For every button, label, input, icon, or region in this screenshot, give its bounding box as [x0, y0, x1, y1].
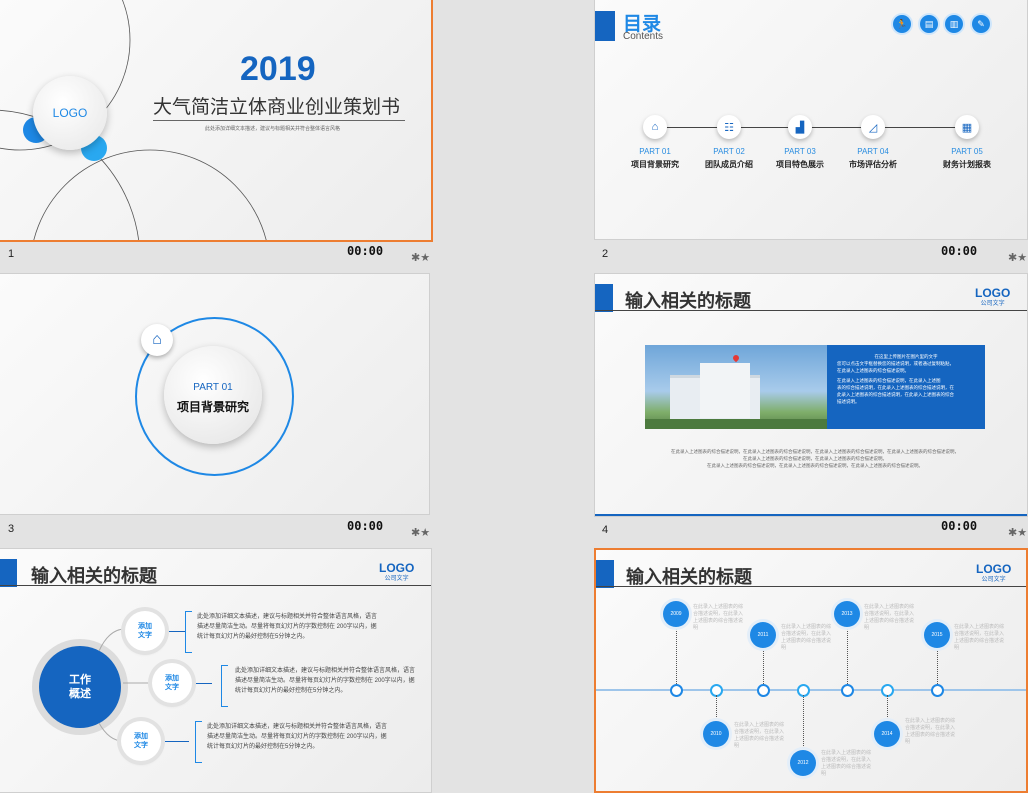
year-node-2013[interactable]: 2013 — [834, 601, 860, 627]
add-text-bubble-2[interactable]: 添加 文字 — [152, 663, 192, 703]
home-icon: ⌂ — [141, 324, 173, 356]
header-bar — [595, 284, 613, 312]
slide-number-2: 2 — [602, 248, 609, 260]
animation-star-icon[interactable]: ✱★ — [411, 526, 430, 539]
coins-icon: ▦ — [955, 115, 979, 139]
timeline-dot — [841, 684, 854, 697]
slide-thumbnail-6[interactable]: 输入相关的标题 LOGO 公司文字 2009 2010 2011 2012 201… — [594, 548, 1028, 793]
inner-disc — [164, 346, 262, 444]
timeline-text: 在此录入上述图表的综合描述说明，在此录入上述图表的综合描述说明 — [781, 624, 832, 651]
timeline-text: 在此录入上述图表的综合描述说明，在此录入上述图表的综合描述说明 — [864, 604, 915, 631]
add-text-bubble-3[interactable]: 添加 文字 — [121, 721, 161, 761]
team-icon: ☷ — [717, 115, 741, 139]
timeline-connector — [763, 648, 764, 684]
bracket-1 — [185, 611, 192, 653]
logo-circle: LOGO — [33, 76, 107, 150]
contents-subtitle: Contents — [623, 31, 664, 42]
timeline-connector — [887, 695, 888, 721]
timeline-text: 在此录入上述图表的综合描述说明，在此录入上述图表的综合描述说明 — [693, 604, 744, 631]
animation-star-icon[interactable]: ✱★ — [1008, 251, 1027, 264]
slide-thumbnail-3[interactable]: ⌂ PART 01 项目背景研究 — [0, 273, 430, 515]
timeline-dot — [757, 684, 770, 697]
bubble-link-3 — [165, 741, 189, 742]
slide-thumbnail-4[interactable]: 输入相关的标题 LOGO 公司文字 在这里上传图片在图片里的文字 您可以点击文字框… — [594, 273, 1028, 517]
slide-number-1: 1 — [8, 248, 15, 260]
subtitle: 此处添加详细文本描述，建议与标题相关并符合整体语言风格 — [205, 126, 341, 132]
timeline-dot — [931, 684, 944, 697]
slide-number-4: 4 — [602, 524, 609, 536]
slide-thumbnail-5[interactable]: 输入相关的标题 LOGO 公司文字 工作 概述 添加 文字 添加 文字 添加 文字… — [0, 548, 432, 793]
company-logo: LOGO 公司文字 — [976, 562, 1012, 583]
timeline-connector — [676, 626, 677, 684]
home-icon: ⌂ — [643, 115, 667, 139]
slide-thumbnail-2[interactable]: 目录 Contents 🏃 ▤ ▥ ✎ ⌂ ☷ ▟ ◿ ▦ PART 01 项目背… — [594, 0, 1028, 240]
part-name: 项目背景研究 — [176, 400, 249, 414]
timeline-text: 在此录入上述图表的综合描述说明，在此录入上述图表的综合描述说明 — [821, 750, 872, 777]
slide-number-3: 3 — [8, 523, 15, 535]
bottom-rule — [595, 514, 1027, 516]
slide-thumbnail-1[interactable]: LOGO 2019 大气简洁立体商业创业策划书 此处添加详细文本描述，建议与标题… — [0, 0, 433, 242]
year-node-2012[interactable]: 2012 — [790, 750, 816, 776]
runner-icon: 🏃 — [893, 15, 911, 33]
part-item-4[interactable]: PART 04 市场评估分析 — [838, 147, 908, 170]
year-node-2009[interactable]: 2009 — [663, 601, 689, 627]
year-node-2011[interactable]: 2011 — [750, 622, 776, 648]
year-node-2014[interactable]: 2014 — [874, 721, 900, 747]
chart-icon: ◿ — [861, 115, 885, 139]
year-node-2015[interactable]: 2015 — [924, 622, 950, 648]
slide-timing-3: 00:00 — [347, 519, 384, 533]
part-item-1[interactable]: PART 01 项目背景研究 — [620, 147, 690, 170]
timeline-connector — [847, 626, 848, 684]
timeline-connector — [937, 648, 938, 684]
part-item-5[interactable]: PART 05 财务计划报表 — [932, 147, 1002, 170]
header-bar — [595, 11, 615, 41]
bracket-2 — [221, 665, 228, 707]
timeline-connector — [803, 695, 804, 750]
slide-timing-4: 00:00 — [941, 519, 978, 533]
bubble-link-2 — [196, 683, 212, 684]
timeline-text: 在此录入上述图表的综合描述说明，在此录入上述图表的综合描述说明 — [905, 718, 956, 745]
part-item-3[interactable]: PART 03 项目特色展示 — [765, 147, 835, 170]
main-title: 大气简洁立体商业创业策划书 — [153, 97, 401, 118]
animation-star-icon[interactable]: ✱★ — [411, 251, 430, 264]
timeline-text: 在此录入上述图表的综合描述说明，在此录入上述图表的综合描述说明 — [734, 722, 785, 749]
logo-text: LOGO — [52, 106, 88, 120]
podium-icon: ▟ — [788, 115, 812, 139]
bracket-3 — [195, 721, 202, 763]
bar-chart-icon: ▥ — [945, 15, 963, 33]
item-text-3: 此处添加详细文本描述，建议与标题相关并符合整体语言风格，语言描述尽量简洁生动。尽… — [207, 724, 388, 750]
bubble-link-1 — [169, 631, 185, 632]
timeline-connector — [716, 695, 717, 721]
part-item-2[interactable]: PART 02 团队成员介绍 — [694, 147, 764, 170]
timeline-dot — [670, 684, 683, 697]
company-logo: LOGO 公司文字 — [975, 286, 1011, 307]
year-node-2010[interactable]: 2010 — [703, 721, 729, 747]
body-text: 在此录入上述图表的综合描述说明，在此录入上述图表的综合描述说明，在此录入上述图表… — [671, 449, 959, 468]
item-text-2: 此处添加详细文本描述，建议与标题相关并符合整体语言风格，语言描述尽量简洁生动。尽… — [235, 668, 416, 694]
header-bar — [596, 560, 614, 588]
timeline-text: 在此录入上述图表的综合描述说明，在此录入上述图表的综合描述说明 — [954, 624, 1005, 651]
info-panel: 在这里上传图片在图片里的文字 您可以点击文字框替换您的描述说明，或者通过复制粘贴… — [827, 345, 985, 429]
title-underline — [153, 120, 405, 121]
title-rule — [595, 310, 1027, 311]
year-title: 2019 — [240, 50, 316, 88]
item-text-1: 此处添加详细文本描述，建议与标题相关并符合整体语言风格，语言描述尽量简洁生动。尽… — [197, 614, 378, 640]
timeline-axis — [596, 689, 1026, 691]
presenter-icon: ▤ — [920, 15, 938, 33]
part-tag: PART 01 — [193, 382, 233, 393]
animation-star-icon[interactable]: ✱★ — [1008, 526, 1027, 539]
parts-connector — [657, 127, 967, 128]
building-photo — [645, 345, 827, 429]
add-text-bubble-1[interactable]: 添加 文字 — [125, 611, 165, 651]
slide-timing-2: 00:00 — [941, 244, 978, 258]
title-rule — [596, 586, 1026, 587]
document-icon: ✎ — [972, 15, 990, 33]
slide-timing-1: 00:00 — [347, 244, 384, 258]
